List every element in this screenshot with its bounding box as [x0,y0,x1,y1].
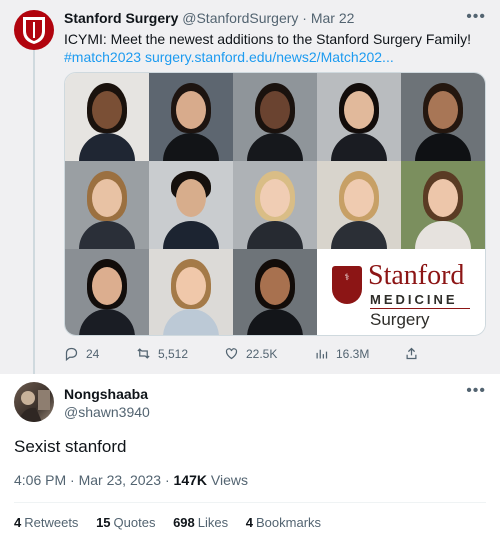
tweet-date[interactable]: Mar 22 [311,10,355,26]
reply-time[interactable]: 4:06 PM [14,472,66,488]
retweet-count: 5,512 [158,346,189,361]
retweet-button[interactable]: 5,512 [136,346,188,361]
portrait-photo [149,249,233,335]
stat-count: 698 [173,515,195,530]
reply-icon [65,347,78,361]
tweet-body: ICYMI: Meet the newest additions to the … [64,31,471,47]
logo-stanford-text: Stanford [368,260,465,291]
url-link[interactable]: surgery.stanford.edu/news2/Match202... [145,49,394,65]
engagement-stats: 4 Retweets 15 Quotes 698 Likes 4 Bookmarks [14,515,335,530]
portrait-photo [65,161,149,249]
hashtag-link[interactable]: #match2023 [64,49,141,65]
quoted-tweet-text: ICYMI: Meet the newest additions to the … [64,30,484,66]
portrait-photo [233,249,317,335]
portrait-photo [65,73,149,161]
portrait-photo [401,73,485,161]
views-label: Views [210,472,248,488]
separator-dot: · [164,472,174,488]
stat-label: Bookmarks [256,515,322,530]
logo-surgery-text: Surgery [370,310,430,329]
separator-dot: · [302,10,307,26]
logo-divider [370,308,470,309]
like-count: 22.5K [246,346,278,361]
like-button[interactable]: 22.5K [224,346,277,361]
portrait-photo [149,161,233,249]
reply-author-handle[interactable]: @shawn3940 [64,404,150,420]
views-count: 147K [173,472,208,488]
more-horizontal-icon[interactable]: ••• [466,382,486,400]
reply-meta: 4:06 PM · Mar 23, 2023 · 147K Views [14,472,248,488]
bookmarks-stat[interactable]: 4 Bookmarks [246,515,321,530]
quotes-stat[interactable]: 15 Quotes [96,515,155,530]
portrait-photo [401,161,485,249]
thread-line [33,48,35,374]
stanford-shield-icon: ⚕ [332,266,362,304]
stat-count: 15 [96,515,111,530]
stat-count: 4 [245,515,253,530]
separator-dot: · [70,472,79,488]
stanford-medicine-logo: ⚕ Stanford MEDICINE Surgery [318,250,485,335]
author-name[interactable]: Stanford Surgery [64,10,178,26]
divider [14,502,486,503]
stat-label: Quotes [113,515,156,530]
quoted-tweet-header: Stanford Surgery @StanfordSurgery · Mar … [64,10,354,26]
logo-medicine-text: MEDICINE [370,292,458,307]
reply-text: Sexist stanford [14,437,127,456]
more-horizontal-icon[interactable]: ••• [466,8,486,26]
author-handle[interactable]: @StanfordSurgery [182,10,298,26]
reply-button[interactable]: 24 [64,346,99,361]
portrait-photo [317,161,401,249]
portrait-photo [65,249,149,335]
retweet-icon [137,348,150,359]
stanford-shield-icon [23,17,45,44]
likes-stat[interactable]: 698 Likes [173,515,228,530]
reply-author-name[interactable]: Nongshaaba [64,386,148,402]
view-count: 16.3M [336,346,370,361]
heart-icon [225,348,238,360]
portrait-photo [233,161,317,249]
user-avatar[interactable] [14,382,54,422]
portrait-photo [149,73,233,161]
stat-label: Likes [197,515,229,530]
analytics-icon [316,349,328,359]
stat-count: 4 [14,515,22,530]
retweets-stat[interactable]: 4 Retweets [14,515,78,530]
share-icon [406,347,417,360]
tweet-actions: 24 5,512 22.5K 16.3M [64,346,424,364]
user-photo [18,390,50,422]
portrait-photo [317,73,401,161]
quoted-tweet[interactable]: Stanford Surgery @StanfordSurgery · Mar … [0,0,500,374]
views-button[interactable]: 16.3M [314,346,369,361]
stanford-surgery-avatar[interactable] [14,10,54,50]
stat-label: Retweets [24,515,79,530]
reply-count: 24 [86,346,100,361]
share-button[interactable] [404,346,419,361]
reply-date[interactable]: Mar 23, 2023 [79,472,162,488]
portrait-photo [233,73,317,161]
photo-collage[interactable]: ⚕ Stanford MEDICINE Surgery [64,72,486,336]
